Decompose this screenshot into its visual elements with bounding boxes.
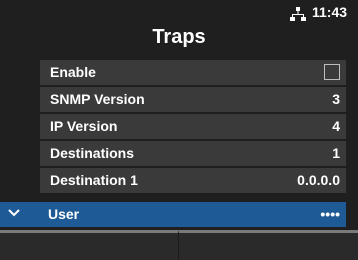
menu-item-label: IP Version <box>50 118 118 134</box>
status-bar: 11:43 <box>0 0 358 22</box>
softkey-bar <box>0 230 358 260</box>
menu-item-label: Destination 1 <box>50 172 138 188</box>
menu-item-destinations[interactable]: Destinations 1 <box>40 141 346 166</box>
menu-item-snmp-version[interactable]: SNMP Version 3 <box>40 87 346 112</box>
menu-item-value: •••• <box>320 206 340 222</box>
menu-item-label: SNMP Version <box>50 91 145 107</box>
menu-item-value: 4 <box>332 118 340 134</box>
chevron-down-icon <box>8 209 20 217</box>
menu-item-destination-1[interactable]: Destination 1 0.0.0.0 <box>40 168 346 193</box>
menu-item-value: 3 <box>332 91 340 107</box>
right-softkey-button[interactable] <box>179 230 358 260</box>
menu-item-label: Destinations <box>50 145 135 161</box>
menu-item-label: Enable <box>50 64 96 80</box>
menu-item-user[interactable]: User •••• <box>0 202 346 227</box>
menu-item-value: 0.0.0.0 <box>297 172 340 188</box>
menu-item-value: 1 <box>332 145 340 161</box>
menu-item-label: User <box>48 206 80 222</box>
page-title: Traps <box>152 26 206 48</box>
network-icon <box>290 7 306 21</box>
printer-screen: 11:43 Traps Enable SNMP Version 3 IP Ver… <box>0 0 358 260</box>
menu-item-ip-version[interactable]: IP Version 4 <box>40 114 346 139</box>
left-softkey-button[interactable] <box>0 230 179 260</box>
clock: 11:43 <box>312 4 348 20</box>
enable-checkbox[interactable] <box>324 64 340 80</box>
menu-item-enable[interactable]: Enable <box>40 60 346 85</box>
